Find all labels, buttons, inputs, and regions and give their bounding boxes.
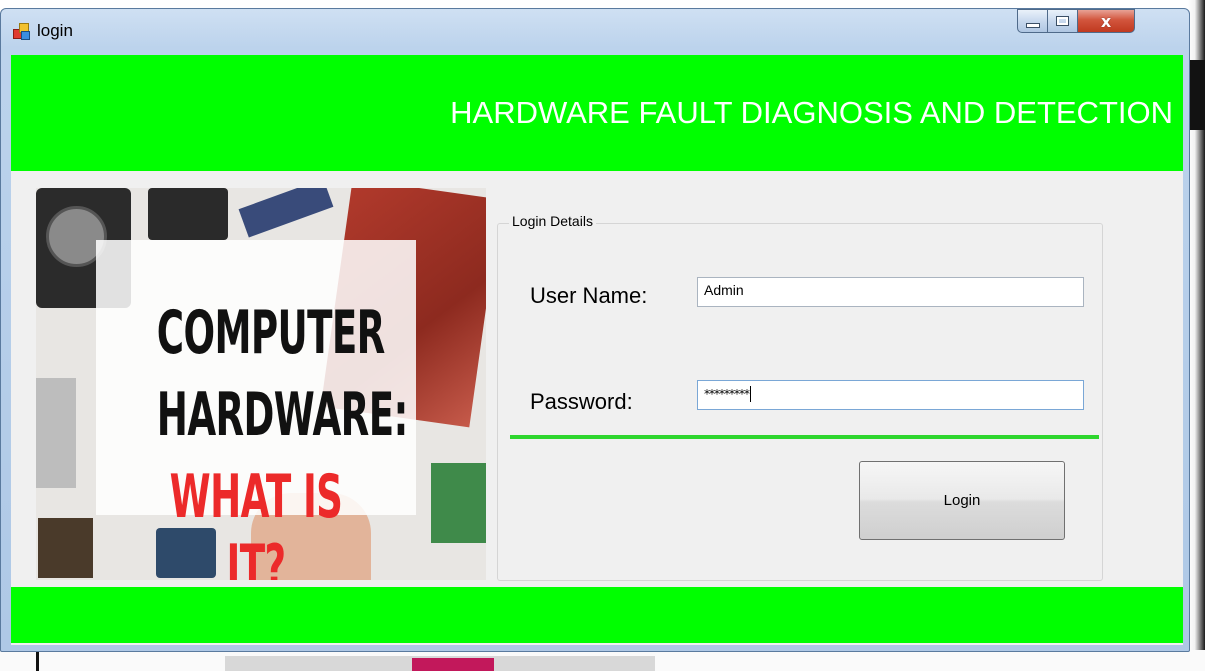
- ram-stick-image: [238, 188, 334, 238]
- groupbox-legend: Login Details: [509, 213, 596, 229]
- app-heading: HARDWARE FAULT DIAGNOSIS AND DETECTION: [450, 95, 1173, 130]
- component-image: [38, 518, 93, 578]
- username-label: User Name:: [530, 283, 648, 308]
- desktop-fragment: [412, 658, 494, 671]
- circuit-board-image: [431, 463, 486, 543]
- password-label: Password:: [530, 389, 633, 414]
- text-caret: [750, 386, 751, 403]
- app-form-icon: [13, 23, 30, 40]
- login-window: login x HARDWARE FAULT DIAGNOSIS AND DET…: [0, 8, 1190, 652]
- component-image: [148, 188, 228, 240]
- picture-caption-line: COMPUTER: [156, 298, 386, 368]
- username-input[interactable]: Admin: [697, 277, 1084, 307]
- login-button[interactable]: Login: [859, 461, 1065, 540]
- window-title: login: [37, 21, 73, 40]
- picture-caption-line: WHAT IS IT?: [169, 462, 343, 580]
- title-bar[interactable]: login x: [1, 9, 1189, 53]
- picture-caption-line: HARDWARE:: [156, 380, 409, 450]
- component-image: [36, 378, 76, 488]
- footer-banner: [11, 587, 1183, 643]
- maximize-icon: [1056, 16, 1069, 26]
- minimize-button[interactable]: [1017, 9, 1048, 33]
- minimize-icon: [1025, 22, 1040, 28]
- header-banner: HARDWARE FAULT DIAGNOSIS AND DETECTION: [11, 55, 1183, 171]
- desktop-background-bottom: [0, 650, 1205, 671]
- password-mask: *********: [704, 387, 750, 401]
- close-icon: x: [1100, 11, 1112, 31]
- desktop-background-right: [1188, 0, 1205, 671]
- form-client-area: HARDWARE FAULT DIAGNOSIS AND DETECTION C…: [11, 55, 1183, 645]
- separator-line: [510, 435, 1099, 439]
- desktop-fragment: [36, 650, 39, 671]
- close-button[interactable]: x: [1077, 9, 1135, 33]
- password-input[interactable]: *********: [697, 380, 1084, 410]
- picture-caption-panel: COMPUTER HARDWARE: WHAT IS IT?: [96, 240, 416, 580]
- desktop-fragment: [1188, 60, 1205, 130]
- maximize-button[interactable]: [1047, 9, 1078, 33]
- hardware-picture: COMPUTER HARDWARE: WHAT IS IT?: [36, 188, 486, 580]
